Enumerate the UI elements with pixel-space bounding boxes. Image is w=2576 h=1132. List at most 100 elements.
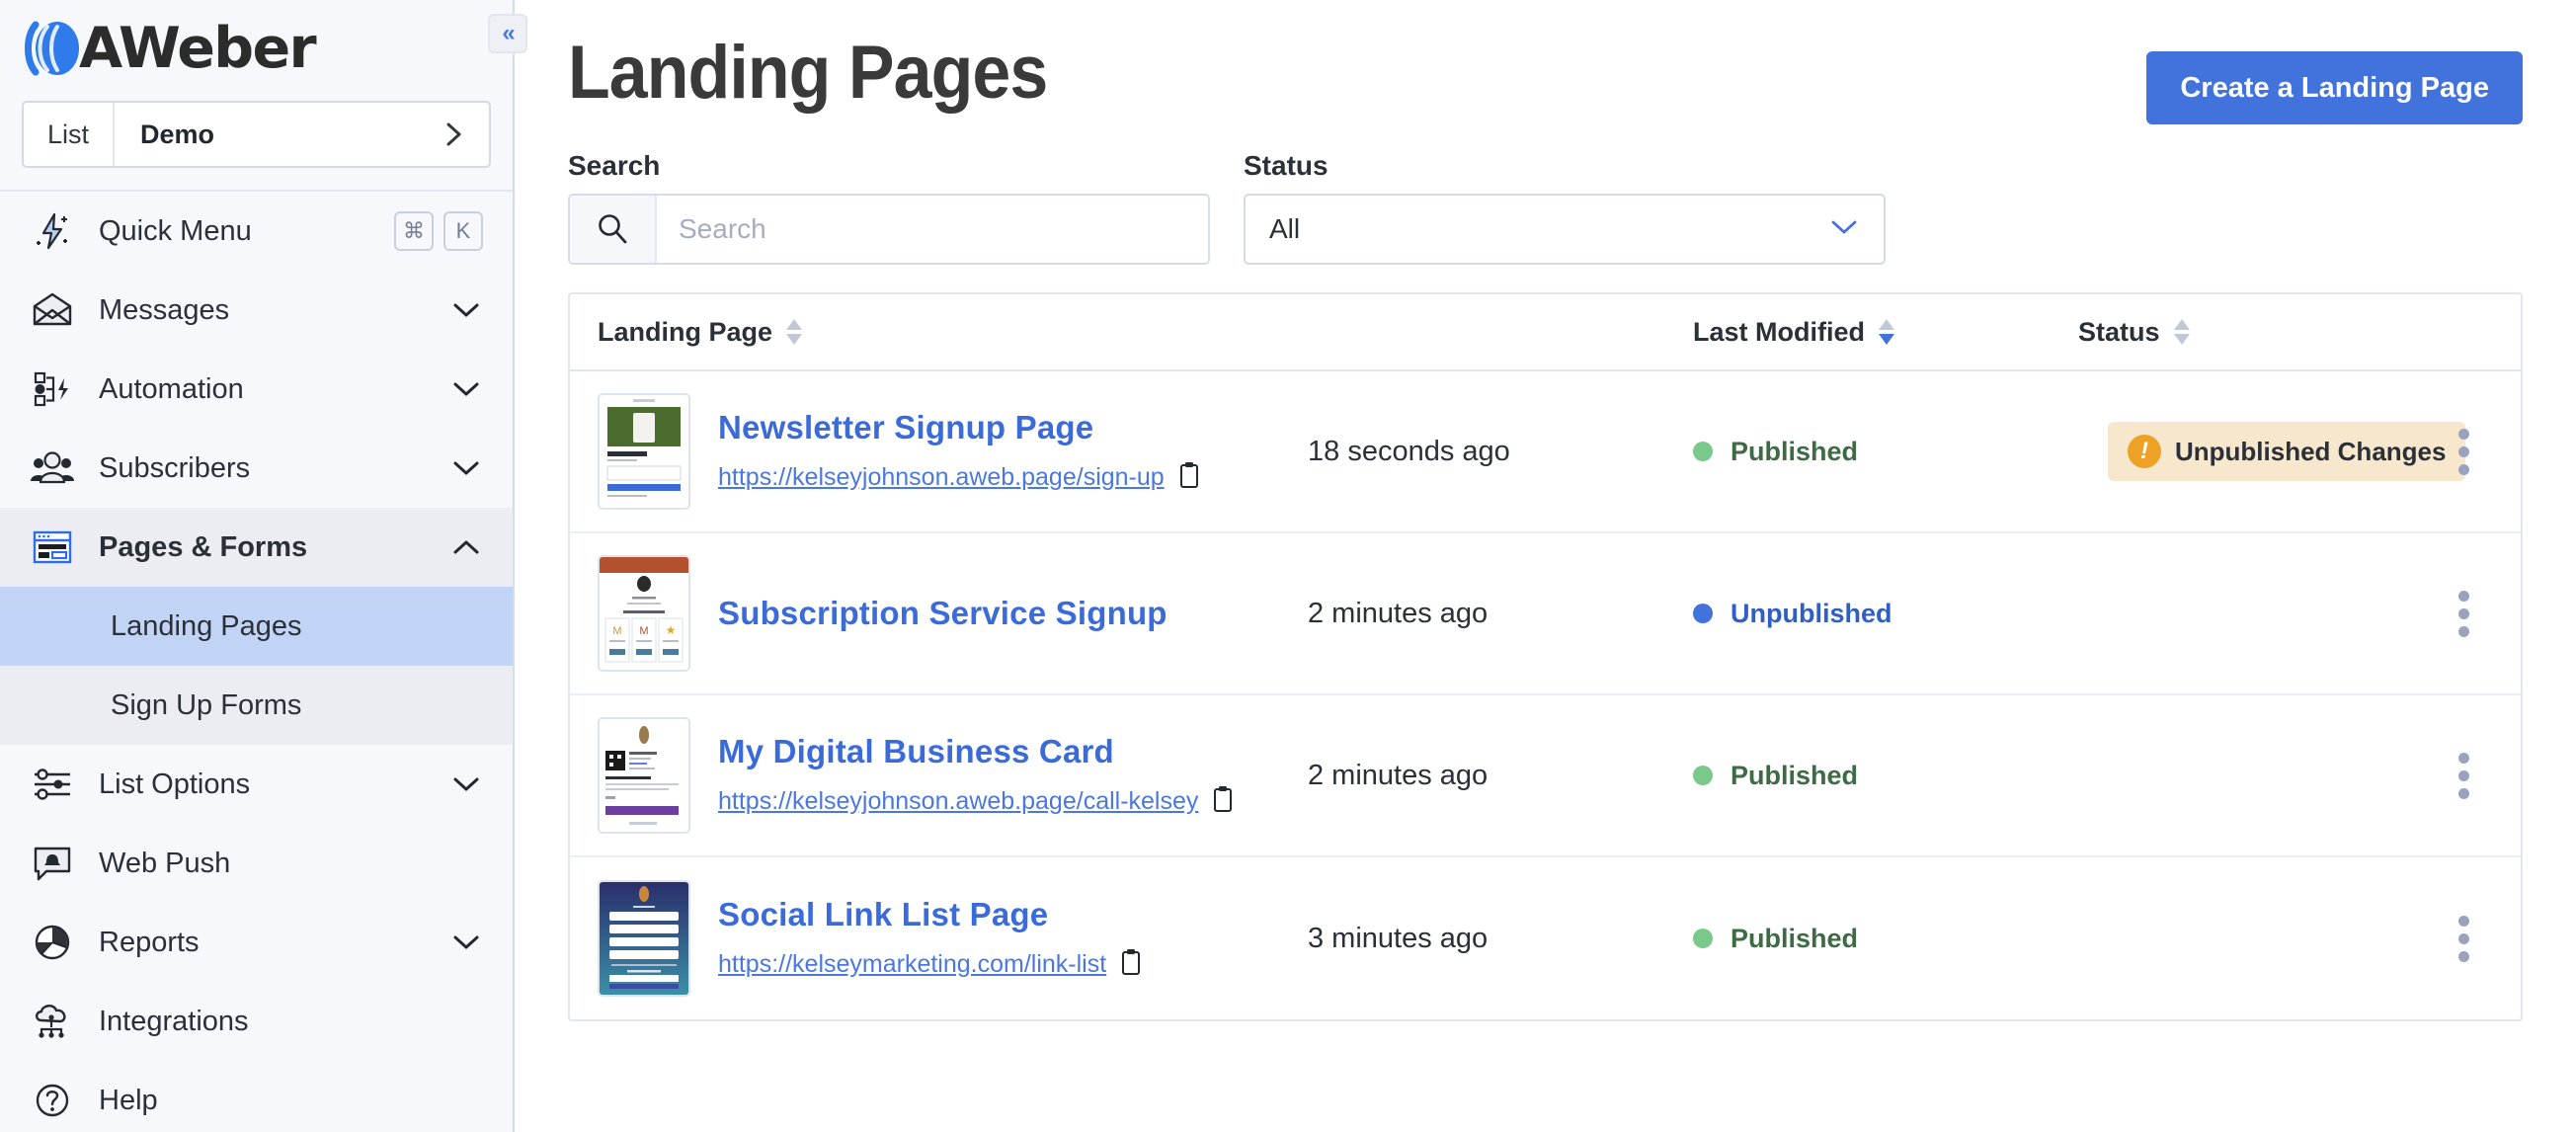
search-input[interactable] xyxy=(657,197,1208,262)
pie-chart-icon xyxy=(22,922,83,963)
last-modified-value: 2 minutes ago xyxy=(1308,759,1489,791)
sidebar-item-label: Messages xyxy=(99,293,230,326)
status-dropdown[interactable]: All xyxy=(1244,194,1886,265)
sidebar-item-label: Automation xyxy=(99,372,244,405)
chevron-down-icon[interactable] xyxy=(449,379,483,399)
status-dot xyxy=(1693,766,1713,785)
landing-page-url[interactable]: https://kelseyjohnson.aweb.page/sign-up xyxy=(718,463,1165,492)
copy-clipboard-icon[interactable] xyxy=(1210,784,1236,819)
sidebar-collapse-button[interactable]: « xyxy=(488,14,527,53)
landing-page-url[interactable]: https://kelseyjohnson.aweb.page/call-kel… xyxy=(718,787,1198,816)
more-vertical-icon[interactable] xyxy=(2434,590,2493,637)
people-icon xyxy=(22,448,83,488)
sidebar-item-landing-pages[interactable]: Landing Pages xyxy=(0,587,513,666)
push-notification-icon xyxy=(22,844,83,883)
lightning-bolt-icon xyxy=(22,210,83,252)
sidebar-item-list-options[interactable]: List Options xyxy=(0,745,513,824)
column-label: Landing Page xyxy=(598,316,773,347)
main-content: Landing Pages Create a Landing Page Sear… xyxy=(515,0,2576,1132)
sidebar-subitem-label: Sign Up Forms xyxy=(111,688,302,721)
status-cell: Published xyxy=(1693,761,2108,791)
filters-bar: Search Status All xyxy=(515,124,2576,265)
status-filter: Status All xyxy=(1244,150,1886,265)
column-header-status[interactable]: Status xyxy=(2078,317,2493,348)
sidebar-item-pages-and-forms[interactable]: Pages & Forms xyxy=(0,508,513,587)
sort-toggle-icon[interactable] xyxy=(786,319,803,345)
svg-text:M: M xyxy=(612,625,621,637)
automation-flow-icon xyxy=(22,368,83,410)
sidebar: AWeber « List Demo Quick Menu ⌘ K Messag… xyxy=(0,0,527,1132)
sort-toggle-icon[interactable] xyxy=(2173,319,2190,345)
create-landing-page-button[interactable]: Create a Landing Page xyxy=(2146,51,2523,124)
landing-page-info: Newsletter Signup Page https://kelseyjoh… xyxy=(718,409,1202,495)
landing-page-title-link[interactable]: Subscription Service Signup xyxy=(718,595,1167,632)
chevron-double-left-icon: « xyxy=(502,20,515,46)
landing-page-url-line: https://kelseyjohnson.aweb.page/call-kel… xyxy=(718,784,1236,819)
landing-page-cell: My Digital Business Card https://kelseyj… xyxy=(598,717,1308,834)
table-row[interactable]: Social Link List Page https://kelseymark… xyxy=(570,857,2521,1019)
quick-menu-shortcut: ⌘ K xyxy=(394,211,483,251)
landing-page-cell: M M ★ Subscription Service Signup xyxy=(598,555,1308,672)
sidebar-item-label: Quick Menu xyxy=(99,214,252,247)
list-selector-label: List xyxy=(24,103,115,166)
table-row[interactable]: Newsletter Signup Page https://kelseyjoh… xyxy=(570,371,2521,533)
table-header-row: Landing Page Last Modified Status xyxy=(570,294,2521,371)
landing-page-url[interactable]: https://kelseymarketing.com/link-list xyxy=(718,950,1106,979)
sliders-icon xyxy=(22,765,83,804)
more-vertical-icon[interactable] xyxy=(2434,428,2493,475)
landing-page-url-line: https://kelseyjohnson.aweb.page/sign-up xyxy=(718,460,1202,495)
sidebar-item-label: Integrations xyxy=(99,1005,249,1037)
chevron-up-icon[interactable] xyxy=(449,537,483,557)
sidebar-item-subscribers[interactable]: Subscribers xyxy=(0,429,513,508)
sidebar-item-help[interactable]: Help xyxy=(0,1061,513,1132)
search-filter: Search xyxy=(568,150,1210,265)
chevron-down-icon[interactable] xyxy=(1828,217,1860,242)
column-label: Status xyxy=(2078,316,2160,347)
chevron-down-icon[interactable] xyxy=(449,458,483,478)
table-row[interactable]: M M ★ Subscription Service Signup 2 minu… xyxy=(570,533,2521,695)
last-modified-value: 2 minutes ago xyxy=(1308,597,1489,629)
brand-name: AWeber xyxy=(79,15,317,81)
status-dot xyxy=(1693,604,1713,623)
table-row[interactable]: My Digital Business Card https://kelseyj… xyxy=(570,695,2521,857)
aweber-logo-icon xyxy=(22,19,83,78)
landing-page-cell: Newsletter Signup Page https://kelseyjoh… xyxy=(598,393,1308,510)
sidebar-item-automation[interactable]: Automation xyxy=(0,350,513,429)
list-selector[interactable]: List Demo xyxy=(22,101,491,168)
landing-page-info: Subscription Service Signup xyxy=(718,595,1167,632)
status-cell: Published xyxy=(1693,437,2108,467)
sidebar-item-reports[interactable]: Reports xyxy=(0,903,513,982)
sidebar-item-messages[interactable]: Messages xyxy=(0,271,513,350)
copy-clipboard-icon[interactable] xyxy=(1176,460,1202,495)
kbd-k: K xyxy=(443,211,483,251)
status-badge: Published xyxy=(1731,760,1859,790)
business-card-thumbnail xyxy=(598,717,690,834)
landing-page-title-link[interactable]: My Digital Business Card xyxy=(718,733,1236,770)
status-cell: Published xyxy=(1693,924,2108,954)
status-selected-value: All xyxy=(1269,213,1301,244)
subscription-thumbnail: M M ★ xyxy=(598,555,690,672)
landing-page-title-link[interactable]: Newsletter Signup Page xyxy=(718,409,1202,446)
sidebar-item-sign-up-forms[interactable]: Sign Up Forms xyxy=(0,666,513,745)
column-header-landing-page[interactable]: Landing Page xyxy=(598,317,1693,348)
sidebar-item-label: Subscribers xyxy=(99,451,251,484)
column-header-last-modified[interactable]: Last Modified xyxy=(1693,317,2078,348)
brand-logo[interactable]: AWeber xyxy=(0,0,513,91)
sidebar-item-web-push[interactable]: Web Push xyxy=(0,824,513,903)
svg-text:M: M xyxy=(639,625,648,637)
warning-icon: ! xyxy=(2128,435,2161,468)
landing-page-title-link[interactable]: Social Link List Page xyxy=(718,896,1144,933)
search-box[interactable] xyxy=(568,194,1210,265)
chevron-down-icon[interactable] xyxy=(449,774,483,794)
chevron-down-icon[interactable] xyxy=(449,300,483,320)
sidebar-item-quick-menu[interactable]: Quick Menu ⌘ K xyxy=(0,192,513,271)
more-vertical-icon[interactable] xyxy=(2434,915,2493,962)
more-vertical-icon[interactable] xyxy=(2434,752,2493,799)
sort-toggle-icon[interactable] xyxy=(1879,319,1894,345)
sidebar-item-integrations[interactable]: Integrations xyxy=(0,982,513,1061)
last-modified-value: 3 minutes ago xyxy=(1308,922,1489,954)
page-header: Landing Pages Create a Landing Page xyxy=(515,0,2576,124)
cloud-network-icon xyxy=(22,1001,83,1042)
copy-clipboard-icon[interactable] xyxy=(1118,947,1144,982)
chevron-down-icon[interactable] xyxy=(449,932,483,952)
